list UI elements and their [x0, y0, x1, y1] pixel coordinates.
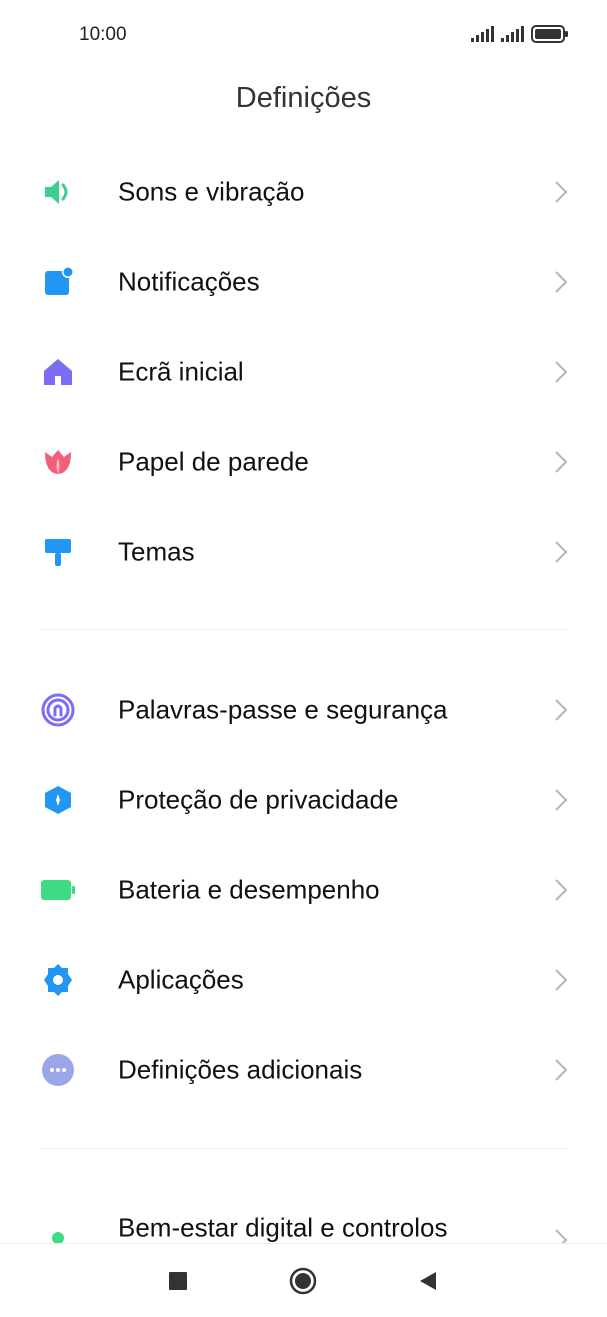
chevron-right-icon [555, 699, 568, 721]
recents-button[interactable] [166, 1269, 190, 1293]
settings-item-additional[interactable]: Definições adicionais [0, 1025, 607, 1115]
chevron-right-icon [555, 361, 568, 383]
chevron-right-icon [555, 271, 568, 293]
settings-item-privacy[interactable]: Proteção de privacidade [0, 755, 607, 845]
home-icon [40, 354, 76, 390]
settings-item-label: Temas [118, 536, 195, 567]
circle-home-icon [289, 1267, 317, 1295]
settings-item-themes[interactable]: Temas [0, 507, 607, 597]
back-triangle-icon [420, 1272, 436, 1290]
chevron-right-icon [555, 541, 568, 563]
gear-icon [40, 962, 76, 998]
chevron-right-icon [555, 181, 568, 203]
settings-item-notifications[interactable]: Notificações [0, 237, 607, 327]
status-bar: 10:00 [0, 0, 607, 70]
settings-item-sounds[interactable]: Sons e vibração [0, 147, 607, 237]
speaker-icon [40, 174, 76, 210]
notification-icon [40, 264, 76, 300]
settings-item-apps[interactable]: Aplicações [0, 935, 607, 1025]
back-button[interactable] [416, 1269, 440, 1293]
home-button[interactable] [289, 1267, 317, 1295]
settings-item-wallpaper[interactable]: Papel de parede [0, 417, 607, 507]
signal-icon [471, 26, 494, 42]
page-title: Definições [235, 82, 372, 114]
fingerprint-icon [40, 692, 76, 728]
chevron-right-icon [555, 789, 568, 811]
section-divider [40, 629, 568, 630]
chevron-right-icon [555, 969, 568, 991]
settings-item-label: Palavras-passe e segurança [118, 694, 448, 725]
settings-item-label: Ecrã inicial [118, 356, 244, 387]
navigation-bar [0, 1243, 607, 1317]
chevron-right-icon [555, 451, 568, 473]
section-divider [40, 1148, 568, 1149]
settings-item-label: Papel de parede [118, 446, 309, 477]
chevron-right-icon [555, 879, 568, 901]
settings-item-label: Bateria e desempenho [118, 874, 380, 905]
status-time: 10:00 [79, 24, 127, 45]
settings-item-label: Definições adicionais [118, 1054, 363, 1085]
battery-status-icon [531, 25, 568, 43]
settings-item-label: Notificações [118, 266, 260, 297]
settings-item-label: Proteção de privacidade [118, 784, 399, 815]
settings-item-label: Bem-estar digital e controlos [118, 1212, 448, 1243]
more-icon [40, 1052, 76, 1088]
battery-icon [40, 872, 76, 908]
settings-item-battery[interactable]: Bateria e desempenho [0, 845, 607, 935]
chevron-right-icon [555, 1059, 568, 1081]
signal-icon [501, 26, 524, 42]
settings-item-passwords-security[interactable]: Palavras-passe e segurança [0, 665, 607, 755]
status-icons [471, 25, 569, 43]
settings-item-home-screen[interactable]: Ecrã inicial [0, 327, 607, 417]
square-icon [169, 1272, 187, 1290]
settings-item-label: Aplicações [118, 964, 244, 995]
settings-item-label: Sons e vibração [118, 176, 305, 207]
paint-brush-icon [40, 534, 76, 570]
shield-icon [40, 782, 76, 818]
tulip-icon [40, 444, 76, 480]
